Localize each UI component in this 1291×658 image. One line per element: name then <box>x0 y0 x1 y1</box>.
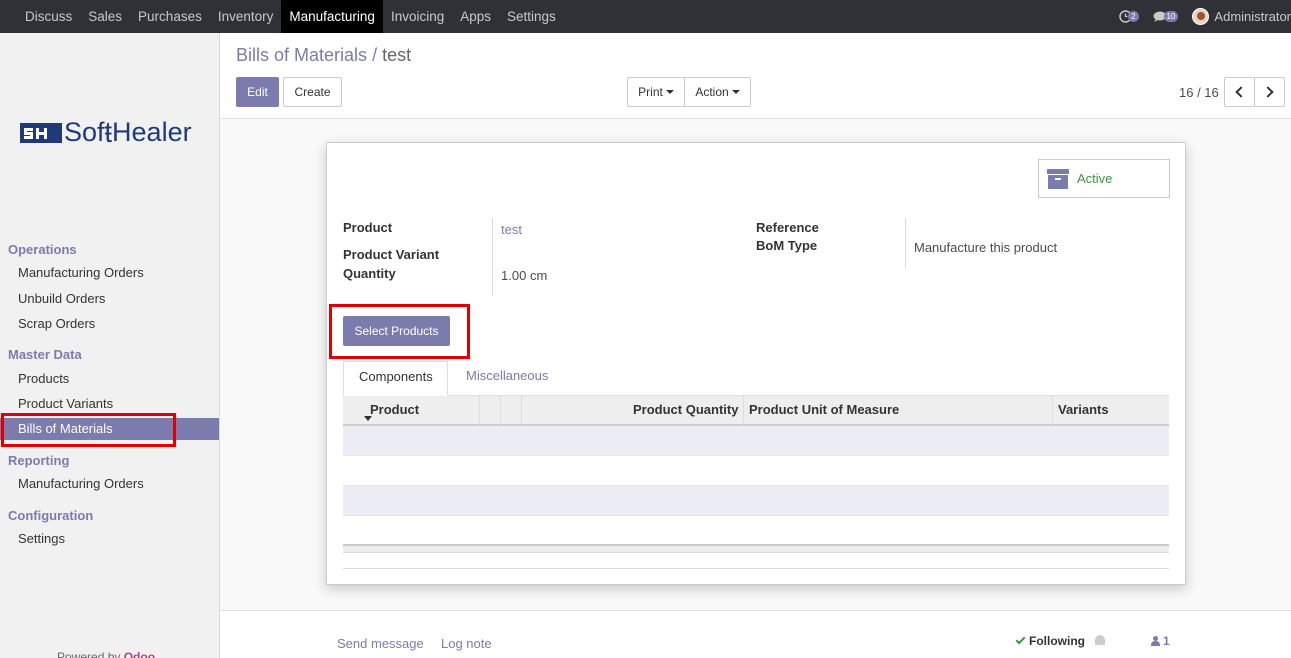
user-menu[interactable]: Administrator <box>1214 9 1291 24</box>
bom-type-label: BoM Type <box>756 238 818 253</box>
softhealer-logo-icon <box>20 122 62 143</box>
sort-down-icon <box>364 416 372 421</box>
bom-type-value: Manufacture this product <box>914 240 1058 255</box>
powered-by: Powered by Odoo <box>57 650 155 658</box>
active-status-label: Active <box>1077 171 1113 186</box>
sidebar-item-unbuild-orders[interactable]: Unbuild Orders <box>0 288 219 310</box>
activity-menu[interactable]: 2 <box>1119 10 1139 23</box>
table-footer <box>343 544 1169 553</box>
app-settings[interactable]: Settings <box>499 0 564 33</box>
table-row <box>343 516 1169 546</box>
sidebar-item-manufacturing-orders[interactable]: Manufacturing Orders <box>0 262 219 284</box>
app-sales[interactable]: Sales <box>80 0 130 33</box>
app-invoicing[interactable]: Invoicing <box>383 0 452 33</box>
caret-down-icon <box>731 90 740 94</box>
pager-value[interactable]: 16 / 16 <box>1179 85 1219 100</box>
messaging-menu[interactable]: 10 <box>1153 11 1179 23</box>
message-count-badge: 10 <box>1163 11 1179 22</box>
components-table-header: Product Product Quantity Product Unit of… <box>343 396 1169 426</box>
section-operations: Operations <box>8 242 77 257</box>
print-label: Print <box>638 85 663 99</box>
top-navbar: Discuss Sales Purchases Inventory Manufa… <box>0 0 1291 33</box>
breadcrumb-parent-link[interactable]: Bills of Materials <box>236 45 367 65</box>
print-dropdown[interactable]: Print <box>627 77 685 107</box>
notebook-tabs: Components Miscellaneous <box>343 361 1169 396</box>
following-button[interactable]: Following <box>1015 634 1085 648</box>
followers-count: 1 <box>1163 634 1170 648</box>
sidebar-item-reporting-mo[interactable]: Manufacturing Orders <box>0 473 219 495</box>
sidebar-item-products[interactable]: Products <box>0 368 219 390</box>
user-icon <box>1151 636 1160 646</box>
logo-text: SofŧHealer <box>64 115 192 149</box>
quantity-value: 1.00 cm <box>501 268 547 283</box>
followers-button[interactable]: 1 <box>1151 634 1170 648</box>
sidebar-item-scrap-orders[interactable]: Scrap Orders <box>0 313 219 335</box>
breadcrumb: Bills of Materials / test <box>236 45 411 66</box>
table-row <box>343 486 1169 516</box>
column-product-quantity[interactable]: Product Quantity <box>633 396 738 426</box>
pager-next-button[interactable] <box>1254 77 1285 107</box>
company-logo: SofŧHealer <box>20 115 192 149</box>
app-apps[interactable]: Apps <box>452 0 499 33</box>
breadcrumb-current: test <box>382 45 412 65</box>
section-master-data: Master Data <box>8 347 82 362</box>
edit-button[interactable]: Edit <box>236 77 279 107</box>
product-value-link[interactable]: test <box>501 222 522 237</box>
quantity-uom: cm <box>529 268 548 283</box>
sheet-divider <box>343 568 1169 569</box>
chatter-divider <box>220 610 1291 611</box>
log-note-button[interactable]: Log note <box>441 636 492 651</box>
table-row <box>343 456 1169 486</box>
section-reporting: Reporting <box>8 453 70 468</box>
following-label: Following <box>1029 634 1085 648</box>
chevron-left-icon <box>1235 86 1247 98</box>
column-variants[interactable]: Variants <box>1058 396 1109 426</box>
app-discuss[interactable]: Discuss <box>17 0 80 33</box>
tab-components[interactable]: Components <box>343 361 448 396</box>
active-toggle-button[interactable]: Active <box>1038 159 1170 198</box>
table-row <box>343 426 1169 456</box>
highlight-select-products <box>329 304 470 359</box>
check-icon <box>1015 634 1026 645</box>
bell-icon[interactable] <box>1095 635 1105 645</box>
field-divider <box>492 218 493 296</box>
quantity-number: 1.00 <box>501 268 527 283</box>
sidebar-item-product-variants[interactable]: Product Variants <box>0 393 219 415</box>
app-purchases[interactable]: Purchases <box>130 0 210 33</box>
section-configuration: Configuration <box>8 508 94 523</box>
powered-brand-link[interactable]: Odoo <box>124 650 155 658</box>
action-label: Action <box>695 85 729 99</box>
app-manufacturing[interactable]: Manufacturing <box>281 0 383 33</box>
sidebar: SofŧHealer Operations Manufacturing Orde… <box>0 33 220 658</box>
chevron-right-icon <box>1262 86 1274 98</box>
product-label: Product <box>343 220 393 235</box>
action-dropdown[interactable]: Action <box>684 77 751 107</box>
powered-prefix: Powered by <box>57 650 121 658</box>
caret-down-icon <box>665 90 674 94</box>
tab-miscellaneous[interactable]: Miscellaneous <box>466 361 548 396</box>
product-variant-label: Product Variant <box>343 247 440 262</box>
column-product[interactable]: Product <box>370 396 419 426</box>
reference-label: Reference <box>756 220 819 235</box>
field-divider <box>905 218 906 268</box>
archive-icon <box>1047 168 1069 189</box>
create-button[interactable]: Create <box>283 77 342 107</box>
user-avatar[interactable] <box>1192 8 1210 25</box>
quantity-label: Quantity <box>343 266 396 281</box>
app-inventory[interactable]: Inventory <box>210 0 282 33</box>
sidebar-item-settings[interactable]: Settings <box>0 528 219 550</box>
send-message-button[interactable]: Send message <box>337 636 424 651</box>
breadcrumb-separator: / <box>372 45 378 65</box>
systray: 2 10 Administrator <box>1119 0 1291 33</box>
activity-count-badge: 2 <box>1128 11 1139 22</box>
highlight-bom-menu <box>1 413 176 447</box>
column-product-uom[interactable]: Product Unit of Measure <box>749 396 899 426</box>
pager-previous-button[interactable] <box>1224 77 1255 107</box>
app-menu: Discuss Sales Purchases Inventory Manufa… <box>0 0 564 33</box>
